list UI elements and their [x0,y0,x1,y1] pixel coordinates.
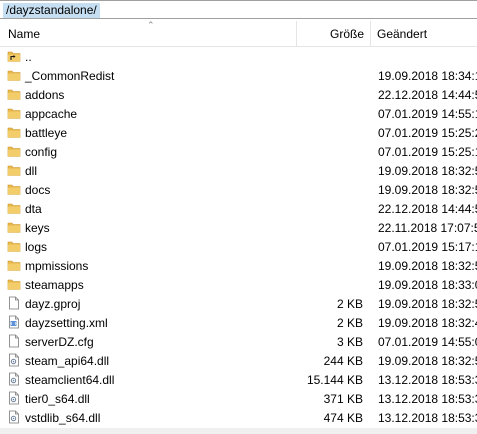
column-header: ⌃ Name Größe Geändert [0,21,477,47]
file-name: config [25,145,58,159]
file-icon [7,334,21,348]
file-name: dayz.gproj [25,297,81,311]
file-modified-date: 13.12.2018 18:53:33 [378,411,477,425]
file-row[interactable]: dayz.gproj 2 KB 19.09.2018 18:32:53 [0,294,477,313]
dll-file-icon [7,410,21,424]
file-row[interactable]: mpmissions 19.09.2018 18:32:59 [0,256,477,275]
file-name: appcache [25,107,78,121]
file-icon [7,296,21,310]
file-name: addons [25,88,65,102]
file-row[interactable]: dll 19.09.2018 18:32:59 [0,161,477,180]
file-row[interactable]: _CommonRedist 19.09.2018 18:34:11 [0,66,477,85]
folder-icon [7,106,21,120]
folder-icon [7,182,21,196]
file-name: logs [25,240,48,254]
folder-icon [7,239,21,253]
file-name: .. [25,50,32,64]
column-divider[interactable] [296,21,297,46]
folder-icon [7,163,21,177]
file-size: 244 KB [323,354,363,368]
folder-icon [7,277,21,291]
file-modified-date: 22.12.2018 14:44:50 [378,88,477,102]
file-name: serverDZ.cfg [25,335,94,349]
file-modified-date: 07.01.2019 14:55:01 [378,335,477,349]
file-list: .. _CommonRedist 19.09.2018 18:34:11 addons… [0,47,477,427]
file-name: steamclient64.dll [25,373,115,387]
file-modified-date: 19.09.2018 18:34:11 [378,69,477,83]
file-modified-date: 13.12.2018 18:53:33 [378,392,477,406]
file-name: vstdlib_s64.dll [25,411,101,425]
file-name: steamapps [25,278,84,292]
file-name: dayzsetting.xml [25,316,108,330]
folder-icon [7,220,21,234]
file-row[interactable]: dayzsetting.xml 2 KB 19.09.2018 18:32:48 [0,313,477,332]
file-row[interactable]: steamclient64.dll 15.144 KB 13.12.2018 18:… [0,370,477,389]
folder-icon [7,201,21,215]
file-row[interactable]: steamapps 19.09.2018 18:33:00 [0,275,477,294]
file-row[interactable]: tier0_s64.dll 371 KB 13.12.2018 18:53:33 [0,389,477,408]
file-modified-date: 19.09.2018 18:32:53 [378,297,477,311]
file-size: 371 KB [323,392,363,406]
file-name: docs [25,183,51,197]
file-size: 3 KB [336,335,363,349]
file-name: battleye [25,126,68,140]
path-bar[interactable]: /dayzstandalone/ [0,0,477,19]
file-modified-date: 19.09.2018 18:33:00 [378,278,477,292]
dll-file-icon [7,372,21,386]
file-modified-date: 19.09.2018 18:32:48 [378,316,477,330]
folder-icon [7,258,21,272]
xml-file-icon [7,315,21,329]
file-modified-date: 19.09.2018 18:32:59 [378,183,477,197]
sort-ascending-icon: ⌃ [147,20,155,30]
file-name: _CommonRedist [25,69,115,83]
folder-icon [7,68,21,82]
file-name: dta [25,202,42,216]
file-row[interactable]: battleye 07.01.2019 15:25:28 [0,123,477,142]
file-modified-date: 22.12.2018 14:44:50 [378,202,477,216]
file-row[interactable]: steam_api64.dll 244 KB 19.09.2018 18:32:59 [0,351,477,370]
file-name: steam_api64.dll [25,354,110,368]
file-name: dll [25,164,38,178]
file-size: 474 KB [323,411,363,425]
column-name-header[interactable]: Name [8,27,40,41]
column-size-header[interactable]: Größe [300,27,364,41]
folder-icon [7,125,21,139]
folder-icon [7,87,21,101]
file-modified-date: 13.12.2018 18:53:33 [378,373,477,387]
file-modified-date: 07.01.2019 15:25:28 [378,126,477,140]
file-modified-date: 07.01.2019 14:55:12 [378,107,477,121]
file-row[interactable]: vstdlib_s64.dll 474 KB 13.12.2018 18:53:33 [0,408,477,427]
folder-icon [7,144,21,158]
file-row[interactable]: keys 22.11.2018 17:07:51 [0,218,477,237]
file-row[interactable]: serverDZ.cfg 3 KB 07.01.2019 14:55:01 [0,332,477,351]
file-row[interactable]: appcache 07.01.2019 14:55:12 [0,104,477,123]
dll-file-icon [7,391,21,405]
file-modified-date: 22.11.2018 17:07:51 [378,221,477,235]
file-modified-date: 19.09.2018 18:32:59 [378,354,477,368]
column-modified-header[interactable]: Geändert [377,27,427,41]
file-name: keys [25,221,50,235]
file-row[interactable]: logs 07.01.2019 15:17:16 [0,237,477,256]
file-row[interactable]: config 07.01.2019 15:25:16 [0,142,477,161]
dll-file-icon [7,353,21,367]
parent-folder-icon [7,49,21,63]
file-modified-date: 19.09.2018 18:32:59 [378,259,477,273]
current-path[interactable]: /dayzstandalone/ [3,3,100,18]
file-modified-date: 07.01.2019 15:17:16 [378,240,477,254]
file-name: tier0_s64.dll [25,392,90,406]
file-size: 15.144 KB [306,373,363,387]
file-size: 2 KB [336,316,363,330]
file-modified-date: 19.09.2018 18:32:59 [378,164,477,178]
column-divider[interactable] [370,21,371,46]
file-row[interactable]: addons 22.12.2018 14:44:50 [0,85,477,104]
horizontal-scrollbar[interactable] [0,428,477,434]
file-name: mpmissions [25,259,89,273]
file-row[interactable]: .. [0,47,477,66]
file-row[interactable]: docs 19.09.2018 18:32:59 [0,180,477,199]
file-size: 2 KB [336,297,363,311]
file-modified-date: 07.01.2019 15:25:16 [378,145,477,159]
file-row[interactable]: dta 22.12.2018 14:44:50 [0,199,477,218]
